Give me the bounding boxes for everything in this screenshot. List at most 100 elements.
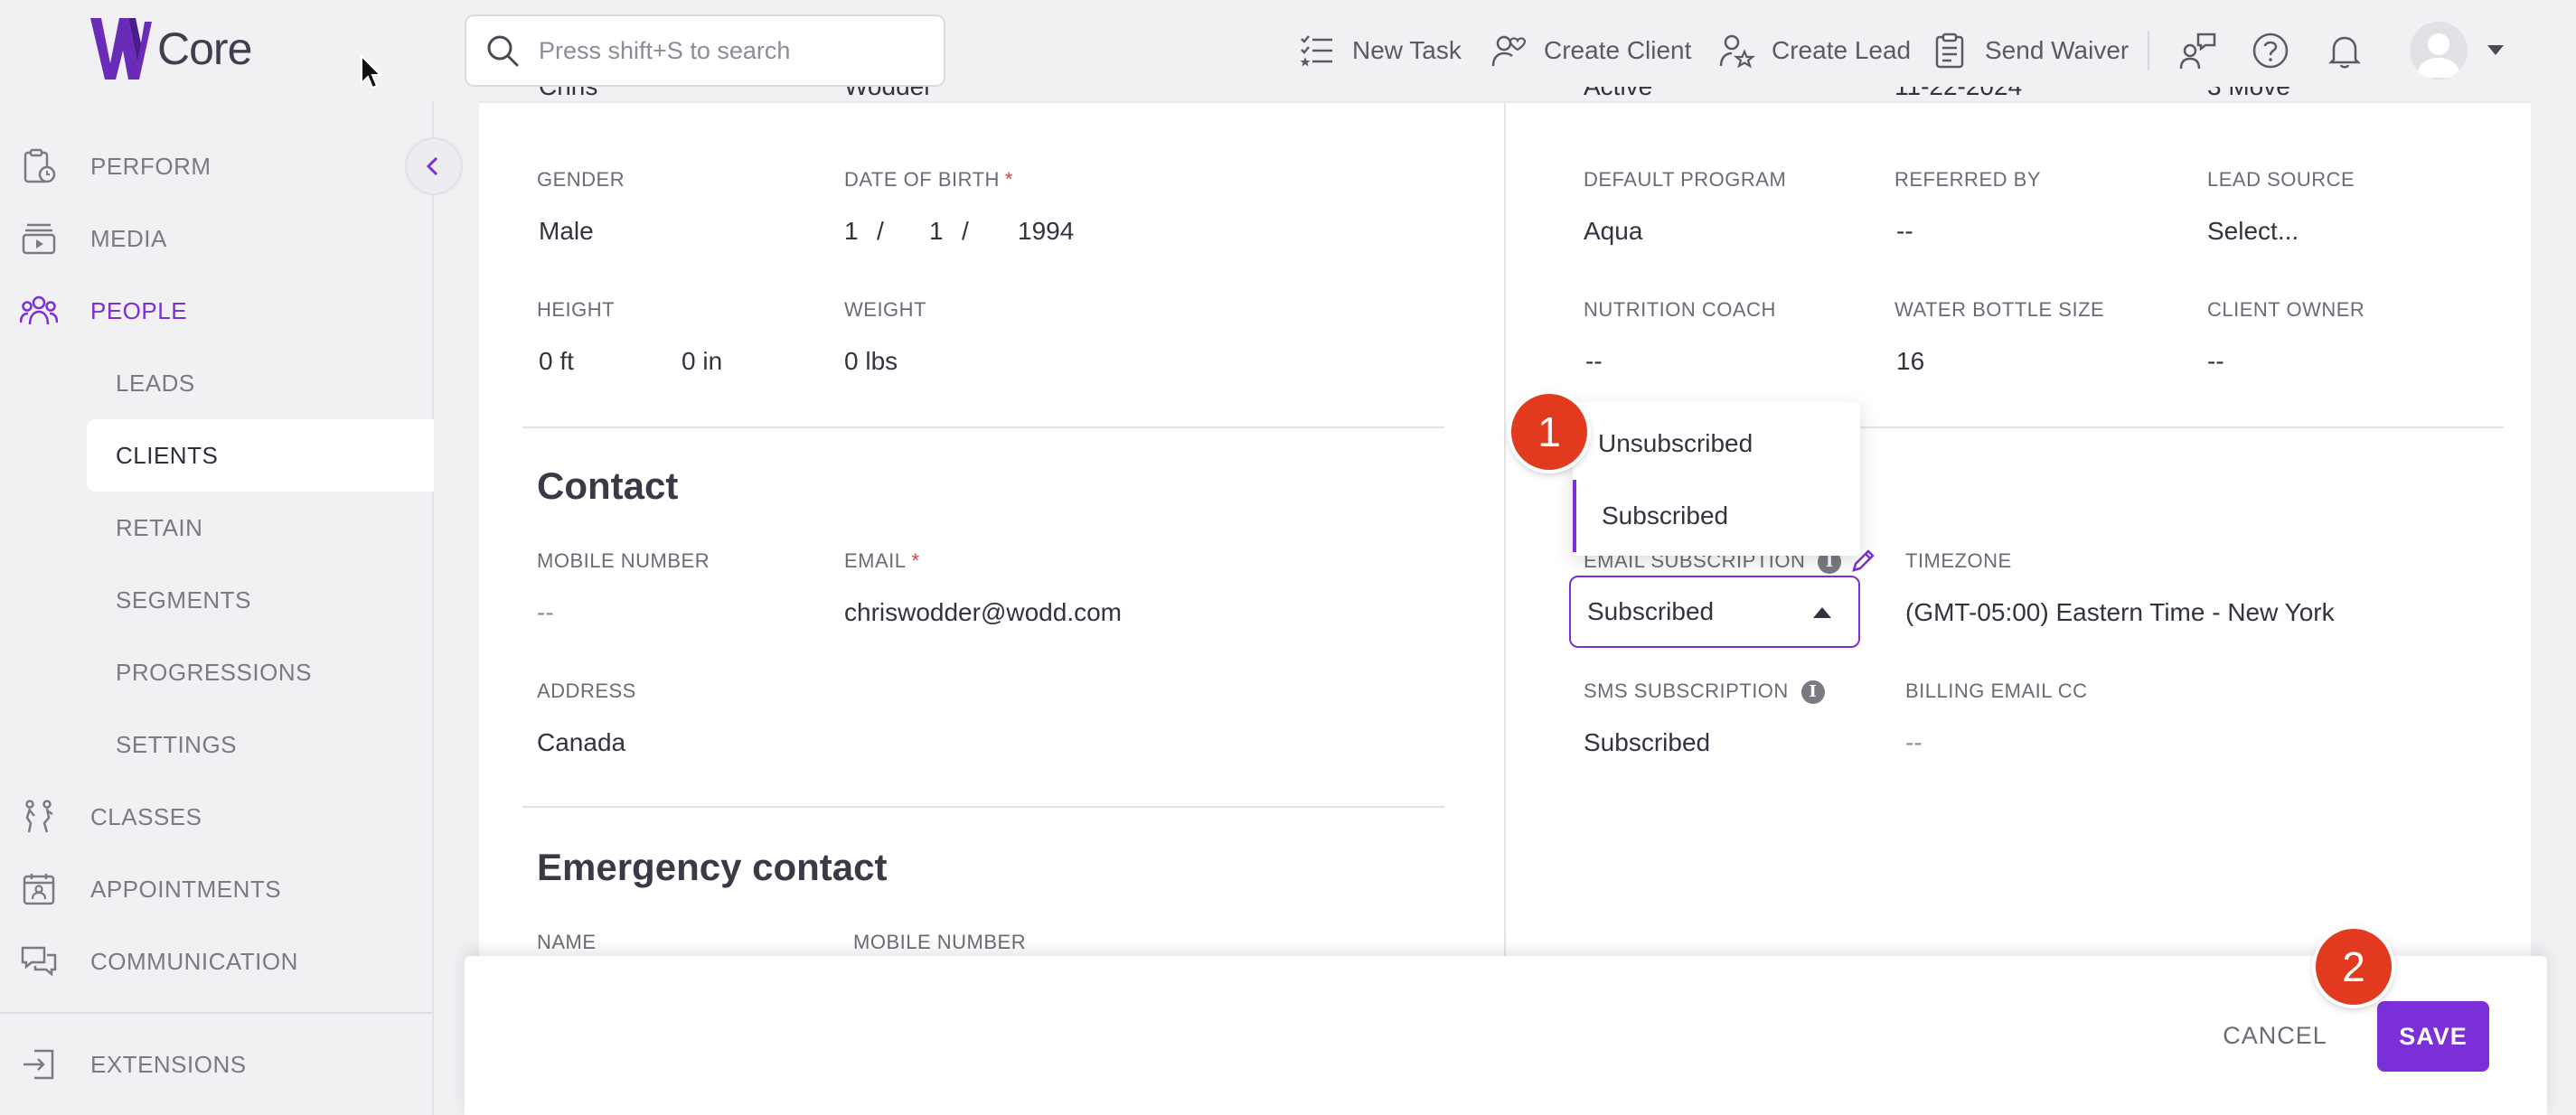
email-value[interactable]: chriswodder@wodd.com — [844, 598, 1122, 627]
sidebar-sub-leads[interactable]: LEADS — [87, 347, 434, 419]
program-text: 3 Move — [2207, 87, 2290, 100]
sidebar-item-people[interactable]: PEOPLE — [0, 284, 434, 338]
media-play-icon — [22, 223, 56, 255]
people-icon — [20, 295, 58, 325]
dob-sep-1: / — [877, 217, 884, 245]
email-label: EMAIL * — [844, 549, 920, 573]
emergency-name-label: NAME — [537, 931, 597, 953]
send-waiver-button[interactable]: Send Waiver — [1931, 27, 2129, 74]
create-lead-button[interactable]: Create Lead — [1717, 27, 1911, 74]
nutrition-coach-label: NUTRITION COACH — [1584, 298, 1776, 321]
first-name-text: Chris — [539, 87, 597, 100]
feedback-icon[interactable] — [2178, 31, 2218, 70]
sidebar-sub-settings[interactable]: SETTINGS — [87, 708, 434, 781]
toolbar-divider — [2148, 31, 2149, 70]
timezone-label: TIMEZONE — [1905, 549, 2012, 572]
new-task-label: New Task — [1352, 36, 1462, 64]
create-lead-label: Create Lead — [1772, 36, 1912, 64]
search-icon — [487, 35, 519, 67]
sidebar-item-classes[interactable]: CLASSES — [0, 790, 434, 844]
status-value-partial: Active — [1584, 87, 1652, 112]
sidebar-item-communication[interactable]: COMMUNICATION — [0, 934, 434, 989]
dob-sep-2: / — [962, 217, 969, 245]
user-heart-icon — [1491, 35, 1527, 67]
account-menu-chevron-icon[interactable] — [2487, 45, 2504, 55]
chevron-left-icon — [426, 156, 438, 176]
email-subscription-select[interactable]: Subscribed — [1569, 576, 1860, 648]
user-avatar[interactable] — [2410, 22, 2468, 80]
lead-source-label: LEAD SOURCE — [2207, 168, 2355, 191]
billing-email-cc-value[interactable]: -- — [1905, 728, 1923, 757]
info-icon[interactable]: i — [1800, 680, 1825, 705]
app-logo[interactable]: Core — [87, 16, 252, 81]
sidebar-sub-retain[interactable]: RETAIN — [87, 492, 434, 564]
new-task-button[interactable]: New Task — [1298, 27, 1462, 74]
sidebar-item-media[interactable]: MEDIA — [0, 211, 434, 266]
weight-value[interactable]: 0 lbs — [844, 347, 898, 376]
option-subscribed[interactable]: Subscribed — [1573, 480, 1860, 552]
billing-email-cc-label: BILLING EMAIL CC — [1905, 679, 2088, 702]
notifications-bell-icon[interactable] — [2325, 31, 2364, 70]
sms-subscription-label-text: SMS SUBSCRIPTION — [1584, 679, 1789, 702]
section-divider — [522, 426, 1444, 428]
mouse-cursor-icon — [361, 54, 381, 89]
contact-section-title: Contact — [537, 464, 679, 507]
extension-icon — [24, 1049, 54, 1080]
option-unsubscribed[interactable]: Unsubscribed — [1573, 408, 1860, 480]
client-owner-value[interactable]: -- — [2207, 347, 2224, 376]
referred-by-value[interactable]: -- — [1896, 217, 1913, 246]
sidebar-item-perform[interactable]: PERFORM — [0, 139, 434, 193]
status-text: Active — [1584, 87, 1652, 100]
default-program-value[interactable]: Aqua — [1584, 217, 1642, 246]
dob-month[interactable]: 1 — [844, 217, 859, 246]
dob-year[interactable]: 1994 — [1018, 217, 1074, 246]
create-client-button[interactable]: Create Client — [1490, 27, 1691, 74]
email-subscription-dropdown: Unsubscribed Subscribed — [1573, 402, 1860, 556]
water-bottle-label: WATER BOTTLE SIZE — [1894, 298, 2105, 321]
search-input[interactable] — [537, 35, 917, 66]
referred-by-label: REFERRED BY — [1894, 168, 2041, 191]
address-value[interactable]: Canada — [537, 728, 625, 757]
step-badge-2: 2 — [2316, 929, 2392, 1005]
nutrition-coach-value[interactable]: -- — [1585, 347, 1603, 376]
sidebar-sub-progressions[interactable]: PROGRESSIONS — [87, 636, 434, 708]
create-client-label: Create Client — [1544, 36, 1692, 64]
water-bottle-value[interactable]: 16 — [1896, 347, 1924, 376]
address-label: ADDRESS — [537, 679, 636, 702]
timezone-value[interactable]: (GMT-05:00) Eastern Time - New York — [1905, 598, 2335, 627]
date-value-partial: 11-22-2024 — [1894, 87, 2022, 112]
height-inches[interactable]: 0 in — [682, 347, 722, 376]
sidebar-collapse-button[interactable] — [405, 137, 463, 195]
send-waiver-label: Send Waiver — [1985, 36, 2129, 64]
avatar-placeholder-icon — [2417, 33, 2460, 78]
sidebar-item-extensions[interactable]: EXTENSIONS — [0, 1037, 434, 1092]
emergency-contact-title: Emergency contact — [537, 846, 888, 888]
save-button[interactable]: SAVE — [2377, 1001, 2489, 1072]
help-icon[interactable] — [2251, 31, 2290, 70]
brand-name: Core — [157, 23, 252, 74]
emergency-mobile-label: MOBILE NUMBER — [853, 931, 1027, 953]
sidebar-item-appointments[interactable]: APPOINTMENTS — [0, 862, 434, 916]
program-value-partial: 3 Move — [2207, 87, 2290, 112]
required-asterisk: * — [911, 549, 920, 572]
sidebar-sub-clients[interactable]: CLIENTS — [87, 419, 434, 492]
sidebar-label: PEOPLE — [90, 296, 188, 324]
email-label-text: EMAIL — [844, 549, 907, 572]
sidebar-label: CLASSES — [90, 802, 202, 830]
sidebar-label: EXTENSIONS — [90, 1050, 247, 1078]
cancel-button[interactable]: CANCEL — [2207, 1005, 2343, 1066]
sidebar-sub-segments[interactable]: SEGMENTS — [87, 564, 434, 636]
global-search[interactable] — [465, 14, 945, 87]
clipboard-icon — [1935, 33, 1964, 69]
sidebar-label: MEDIA — [90, 224, 167, 252]
dob-day[interactable]: 1 — [929, 217, 944, 246]
default-program-label: DEFAULT PROGRAM — [1584, 168, 1787, 191]
mobile-number-value[interactable]: -- — [537, 598, 554, 627]
height-feet[interactable]: 0 ft — [539, 347, 574, 376]
header-shadow — [479, 101, 2531, 103]
lead-source-select[interactable]: Select... — [2207, 217, 2299, 246]
top-bar: Core New Task Create Client — [0, 0, 2576, 101]
gender-value[interactable]: Male — [539, 217, 594, 246]
sms-subscription-value[interactable]: Subscribed — [1584, 728, 1710, 757]
email-subscription-selected: Subscribed — [1587, 597, 1715, 625]
